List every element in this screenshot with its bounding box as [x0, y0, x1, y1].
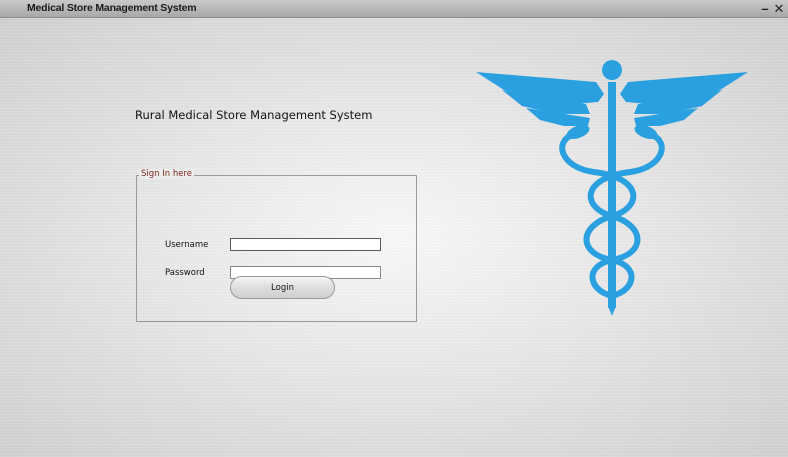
window-title: Medical Store Management System	[27, 2, 197, 14]
username-input[interactable]	[230, 238, 381, 251]
login-button[interactable]: Login	[230, 276, 335, 299]
password-label: Password	[165, 268, 205, 278]
signin-legend: Sign In here	[139, 169, 194, 179]
minimize-button[interactable]: –	[758, 0, 772, 17]
caduceus-icon	[476, 60, 748, 316]
username-label: Username	[165, 240, 209, 250]
close-button[interactable]: ✕	[772, 0, 786, 17]
app-heading: Rural Medical Store Management System	[135, 108, 373, 122]
title-bar: Medical Store Management System – ✕	[0, 0, 788, 18]
